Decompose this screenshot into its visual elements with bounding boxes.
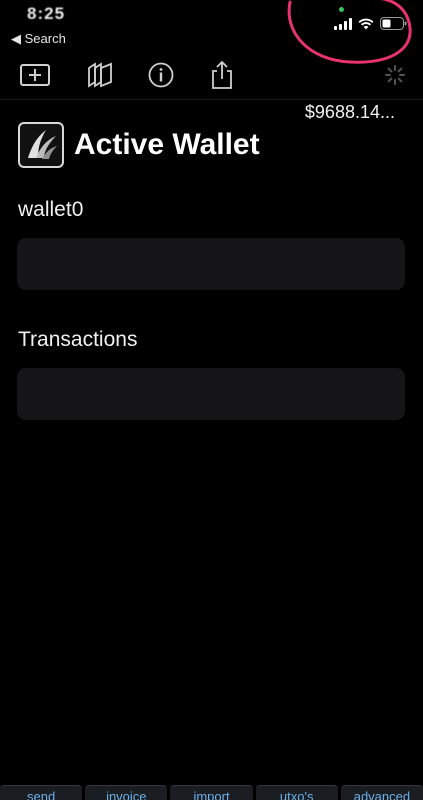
add-icon: [20, 64, 50, 86]
loading-spinner: [379, 58, 411, 92]
toolbar-divider: [0, 99, 423, 100]
privacy-indicator-dot: [339, 7, 344, 12]
info-button[interactable]: [145, 58, 177, 92]
tab-send[interactable]: send: [0, 785, 83, 800]
status-time: 8:25: [27, 4, 66, 23]
wallet-name-label: wallet0: [18, 198, 84, 221]
wallet-balance: $9688.14...: [304, 102, 395, 122]
tab-utxos[interactable]: utxo's: [255, 785, 338, 800]
wing-logo-icon: [28, 130, 57, 159]
tab-import[interactable]: import: [170, 785, 253, 800]
wallets-stack-icon: [88, 62, 112, 88]
page-title: Active Wallet: [74, 128, 260, 161]
loading-spinner-icon: [385, 65, 405, 85]
page-header: Active Wallet: [18, 122, 260, 168]
wifi-icon: [358, 18, 374, 29]
back-to-search-link[interactable]: ◀ Search: [11, 31, 66, 47]
tab-invoice[interactable]: invoice: [85, 785, 168, 800]
wallets-button[interactable]: [83, 58, 115, 92]
info-icon: [148, 62, 174, 88]
transactions-label: Transactions: [18, 328, 138, 351]
toolbar: [0, 58, 423, 94]
cellular-signal-icon: [334, 17, 352, 30]
tab-advanced[interactable]: advanced: [340, 785, 423, 800]
battery-icon: [380, 17, 407, 30]
add-wallet-button[interactable]: [19, 58, 51, 92]
transactions-panel[interactable]: [17, 368, 405, 420]
status-bar: 8:25: [0, 0, 423, 30]
bottom-tab-bar: send invoice import utxo's advanced: [0, 785, 423, 800]
wallet-panel[interactable]: [17, 238, 405, 290]
status-icons: [334, 17, 407, 30]
app-logo: [18, 122, 64, 168]
share-icon: [212, 60, 232, 89]
share-button[interactable]: [206, 58, 238, 92]
